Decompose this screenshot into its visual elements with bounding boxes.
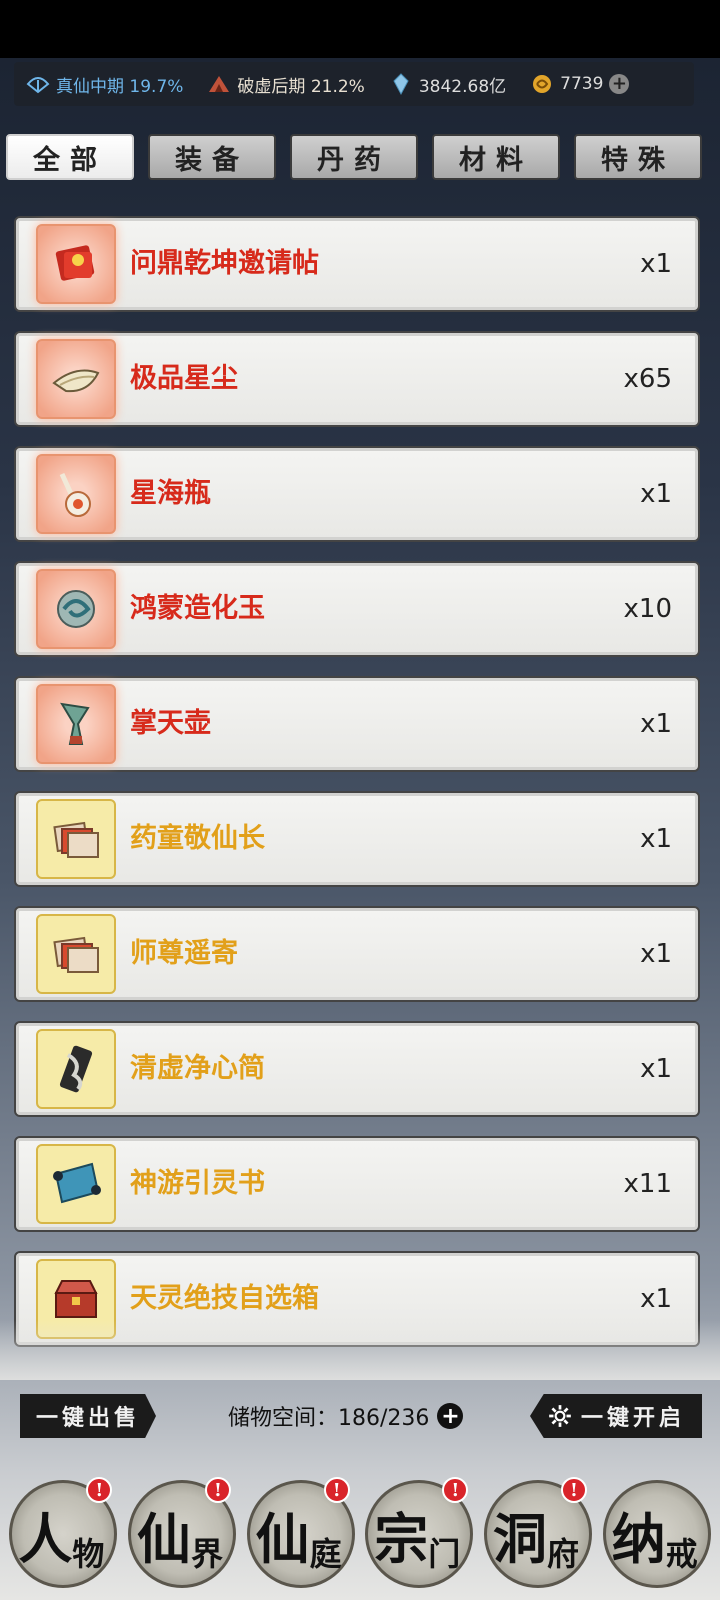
item-quantity: x10 — [623, 594, 672, 624]
item-quantity: x1 — [640, 709, 672, 739]
tab-materials[interactable]: 材料 — [432, 134, 560, 180]
item-quantity: x1 — [640, 479, 672, 509]
item-name: 鸿蒙造化玉 — [130, 593, 265, 624]
nav-storage-ring[interactable]: 纳 戒 — [602, 1480, 711, 1588]
treasure-chest-icon — [54, 1280, 98, 1318]
tab-all[interactable]: 全部 — [6, 134, 134, 180]
nav-sect[interactable]: 宗 门 ! — [365, 1477, 474, 1588]
list-item[interactable]: 极品星尘 x65 — [14, 331, 700, 427]
item-name: 掌天壶 — [130, 708, 211, 739]
tab-pills[interactable]: 丹药 — [290, 134, 418, 180]
scroll-book-icon — [53, 1162, 101, 1204]
item-name: 极品星尘 — [130, 363, 238, 394]
category-tabs: 全部 装备 丹药 材料 特殊 — [6, 134, 714, 180]
alert-badge: ! — [323, 1477, 350, 1503]
item-name: 问鼎乾坤邀请帖 — [130, 248, 319, 279]
fan-icon — [26, 77, 50, 94]
alert-badge: ! — [86, 1477, 113, 1503]
nav-immortal-realm[interactable]: 仙 界 ! — [127, 1477, 236, 1588]
item-thumbnail — [36, 914, 116, 994]
item-quantity: x1 — [640, 1054, 672, 1084]
action-bar: 一键出售 储物空间：186/236 + 一键开启 — [0, 1394, 720, 1446]
letter-stack-icon — [53, 821, 99, 858]
tab-equipment[interactable]: 装备 — [148, 134, 276, 180]
item-thumbnail — [36, 339, 116, 419]
heaven-vase-icon — [60, 702, 90, 745]
item-list: 问鼎乾坤邀请帖 x1 极品星尘 x65 星海瓶 x1 鸿蒙造化玉 x10 掌天壶… — [14, 216, 700, 1366]
item-quantity: x11 — [623, 1169, 672, 1199]
list-item[interactable]: 药童敬仙长 x1 — [14, 791, 700, 887]
star-sea-bottle-icon — [59, 472, 91, 517]
item-quantity: x1 — [640, 249, 672, 279]
alert-badge: ! — [204, 1477, 231, 1503]
item-thumbnail — [36, 454, 116, 534]
gear-icon — [549, 1405, 571, 1427]
star-dust-icon — [52, 369, 100, 393]
item-quantity: x65 — [623, 364, 672, 394]
item-thumbnail — [36, 1144, 116, 1224]
list-item[interactable]: 师尊遥寄 x1 — [14, 906, 700, 1002]
sell-all-button[interactable]: 一键出售 — [20, 1394, 156, 1438]
realm-primary: 真仙中期 19.7% — [26, 72, 183, 97]
spirit-stone-count: 3842.68亿 — [389, 72, 506, 97]
list-item[interactable]: 清虚净心简 x1 — [14, 1021, 700, 1117]
nav-immortal-court[interactable]: 仙 庭 ! — [246, 1477, 355, 1588]
item-thumbnail — [36, 569, 116, 649]
list-item[interactable]: 掌天壶 x1 — [14, 676, 700, 772]
item-thumbnail — [36, 1029, 116, 1109]
list-fade — [0, 1320, 720, 1380]
list-item[interactable]: 星海瓶 x1 — [14, 446, 700, 542]
nav-character[interactable]: 人 物 ! — [9, 1477, 118, 1588]
item-name: 神游引灵书 — [130, 1168, 265, 1199]
nav-cave-dwelling[interactable]: 洞 府 ! — [483, 1477, 592, 1588]
alert-badge: ! — [442, 1477, 469, 1503]
list-item[interactable]: 鸿蒙造化玉 x10 — [14, 561, 700, 657]
list-item[interactable]: 问鼎乾坤邀请帖 x1 — [14, 216, 700, 312]
sell-all-label: 一键出售 — [35, 1405, 140, 1431]
gold-coin-icon — [533, 75, 552, 93]
add-currency-button[interactable]: + — [609, 74, 630, 94]
resource-bar: 真仙中期 19.7% 破虚后期 21.2% 3842.68亿 7739 + — [14, 62, 694, 106]
storage-label: 储物空间：186/236 — [228, 1406, 430, 1431]
mountain-icon — [209, 76, 230, 92]
item-name: 师尊遥寄 — [130, 938, 238, 969]
alert-badge: ! — [560, 1477, 587, 1503]
open-all-button[interactable]: 一键开启 — [530, 1394, 702, 1438]
item-name: 星海瓶 — [130, 478, 211, 509]
jade-orb-icon — [57, 590, 95, 628]
jade-count: 7739 + — [530, 72, 630, 96]
status-bar — [0, 0, 720, 58]
item-name: 药童敬仙长 — [130, 823, 265, 854]
list-item[interactable]: 神游引灵书 x11 — [14, 1136, 700, 1232]
item-thumbnail — [36, 799, 116, 879]
letter-stack-icon — [53, 936, 99, 973]
invitation-card-icon — [55, 245, 95, 281]
item-thumbnail — [36, 684, 116, 764]
bamboo-slip-icon — [59, 1045, 93, 1093]
bottom-nav: 人 物 ! 仙 界 ! 仙 庭 ! 宗 门 ! 洞 府 ! 纳 戒 — [0, 1468, 720, 1600]
tab-special[interactable]: 特殊 — [574, 134, 702, 180]
item-quantity: x1 — [640, 939, 672, 969]
crystal-icon — [393, 73, 409, 96]
item-thumbnail — [36, 224, 116, 304]
storage-capacity: 储物空间：186/236 + — [228, 1394, 464, 1438]
item-name: 清虚净心简 — [130, 1053, 265, 1084]
expand-storage-button[interactable]: + — [437, 1403, 464, 1429]
open-all-label: 一键开启 — [580, 1405, 685, 1431]
realm-secondary: 破虚后期 21.2% — [207, 72, 365, 97]
item-quantity: x1 — [640, 824, 672, 854]
